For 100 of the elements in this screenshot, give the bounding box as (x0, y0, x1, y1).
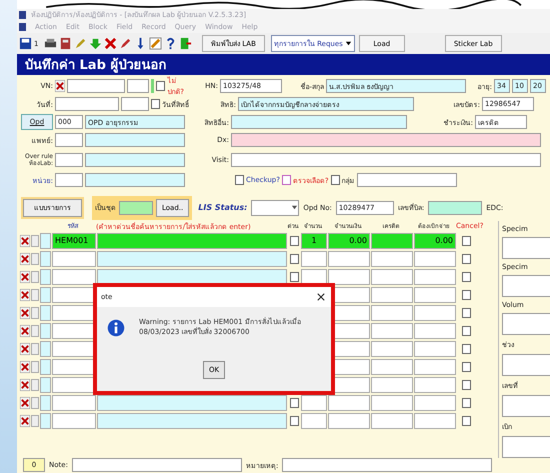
checkbox[interactable] (462, 254, 470, 264)
remark-field[interactable] (282, 458, 492, 472)
table-cell (52, 376, 96, 393)
table-cell (371, 394, 413, 411)
checkbox[interactable] (462, 416, 470, 426)
delete-icon[interactable] (20, 234, 30, 247)
table-cell (414, 376, 456, 393)
table-cell (371, 250, 413, 267)
delete-icon[interactable] (20, 378, 30, 391)
checkbox[interactable] (462, 380, 470, 390)
caret-icon (344, 40, 352, 48)
pencil-icon[interactable] (119, 37, 132, 50)
input-field[interactable] (85, 173, 185, 188)
input-field[interactable] (85, 153, 185, 168)
delete-icon[interactable] (20, 342, 30, 355)
table-cell (328, 250, 370, 267)
table-cell (414, 412, 456, 429)
document-icon[interactable] (59, 37, 72, 50)
vn-field[interactable] (67, 79, 125, 94)
exit-icon[interactable] (179, 37, 192, 50)
input-field[interactable] (127, 79, 149, 94)
close-icon[interactable] (317, 293, 325, 301)
table-cell (40, 232, 51, 249)
input-field[interactable] (55, 153, 83, 168)
input-field[interactable] (502, 395, 550, 418)
checkbox[interactable] (462, 290, 470, 300)
delete-icon[interactable] (20, 288, 30, 301)
checkbox[interactable] (462, 398, 470, 408)
input-field[interactable] (502, 354, 550, 376)
delete-icon[interactable] (20, 270, 30, 283)
table-cell: 1 (301, 232, 327, 249)
table-cell (414, 268, 456, 285)
checkbox[interactable] (462, 308, 470, 318)
note-field[interactable] (72, 458, 242, 472)
checkbox[interactable] (462, 362, 470, 372)
checkbox[interactable] (282, 175, 291, 186)
table-cell (414, 250, 456, 267)
checkbox[interactable] (330, 175, 340, 186)
date-field[interactable] (55, 97, 119, 112)
delete-icon[interactable] (20, 396, 30, 409)
delete-icon[interactable] (20, 360, 30, 373)
checkbox[interactable] (235, 175, 244, 186)
table-cell: 0.00 (328, 232, 370, 249)
input-field[interactable] (502, 313, 550, 336)
delete-icon[interactable] (55, 80, 65, 92)
checkbox[interactable] (290, 272, 298, 282)
table-cell (40, 304, 51, 321)
table-cell (40, 322, 51, 339)
table-cell (414, 394, 456, 411)
table-cell (40, 340, 51, 357)
table-cell (371, 358, 413, 375)
doctor-code-field[interactable] (55, 133, 83, 148)
delete-icon[interactable] (20, 252, 30, 265)
table-cell (371, 304, 413, 321)
input-field[interactable] (502, 436, 550, 458)
form-header: บันทึกค่า Lab ผู้ป่วยนอก (17, 54, 550, 76)
table-cell (371, 268, 413, 285)
delete-icon[interactable] (20, 414, 30, 427)
table-cell (52, 268, 96, 285)
delete-icon[interactable] (20, 324, 30, 337)
checkbox[interactable] (462, 326, 470, 336)
set-field[interactable] (119, 200, 153, 215)
table-cell (40, 286, 51, 303)
edit-icon[interactable] (149, 37, 162, 50)
other-rights-field[interactable] (231, 115, 407, 130)
input-field[interactable] (121, 97, 149, 112)
table-cell (52, 358, 96, 375)
save-icon[interactable] (19, 37, 32, 50)
input-field[interactable] (55, 173, 83, 188)
checkbox[interactable] (462, 272, 470, 282)
table-cell (328, 412, 370, 429)
table-cell (52, 250, 96, 267)
table-cell (371, 412, 413, 429)
lis-status-dropdown[interactable] (251, 200, 300, 216)
table-cell (328, 394, 370, 411)
checkbox[interactable] (290, 398, 298, 408)
table-cell (414, 358, 456, 375)
checkbox[interactable] (462, 344, 470, 354)
table-cell (40, 358, 51, 375)
checkbox[interactable] (151, 99, 160, 110)
table-cell (52, 340, 96, 357)
table-cell (40, 268, 51, 285)
table-cell (414, 286, 456, 303)
doctor-name-field[interactable] (85, 133, 185, 148)
bill-field[interactable] (428, 200, 482, 215)
checkbox[interactable] (290, 416, 298, 426)
help-icon[interactable] (164, 37, 177, 50)
dx-field[interactable] (231, 133, 541, 148)
input-field[interactable] (502, 237, 550, 260)
table-cell (414, 322, 456, 339)
table-cell (371, 286, 413, 303)
checkbox[interactable] (156, 81, 166, 92)
group-field[interactable] (356, 173, 457, 188)
checkbox[interactable] (290, 254, 298, 264)
checkbox[interactable] (290, 236, 298, 246)
visit-field[interactable] (231, 153, 541, 168)
checkbox[interactable] (462, 236, 470, 246)
input-field[interactable] (502, 275, 550, 298)
delete-icon[interactable] (20, 306, 30, 319)
table-cell (371, 376, 413, 393)
